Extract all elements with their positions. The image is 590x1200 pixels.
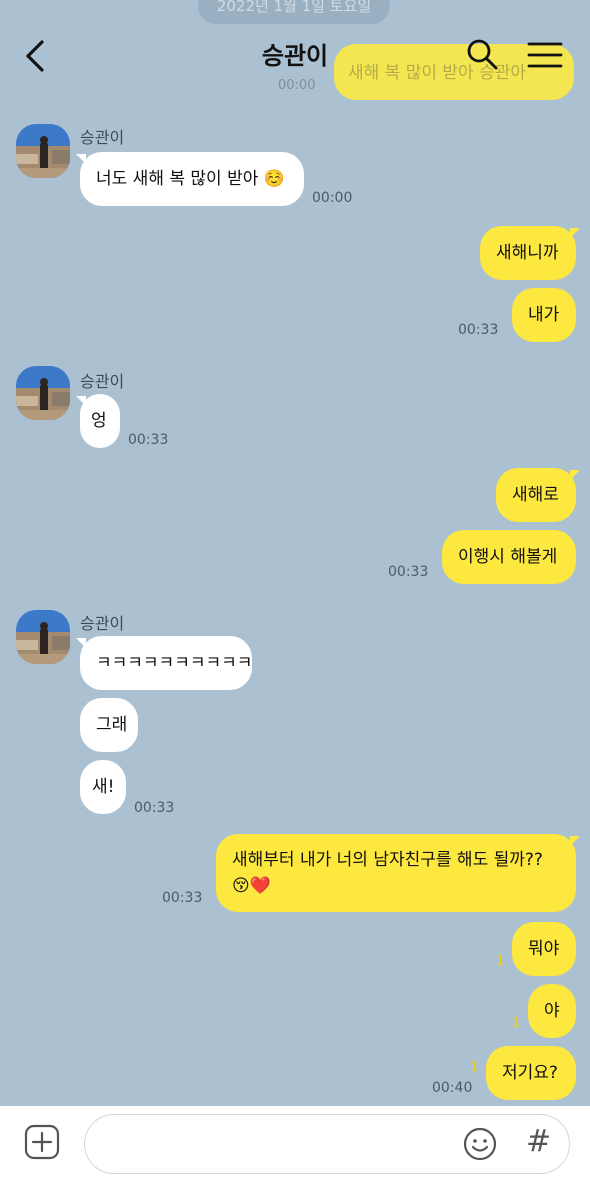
message-time: 00:00 <box>312 190 353 206</box>
hash-icon[interactable]: # <box>526 1124 551 1160</box>
message-time: 00:40 <box>432 1080 473 1096</box>
outgoing-message[interactable]: 새해부터 내가 너의 남자친구를 해도 될까?? 😚❤️ <box>216 834 576 912</box>
menu-icon[interactable] <box>526 40 564 70</box>
emoji-icon[interactable] <box>462 1126 498 1162</box>
search-icon[interactable] <box>464 36 500 72</box>
message-time: 00:33 <box>458 322 499 338</box>
contact-avatar[interactable] <box>16 366 70 420</box>
unread-count: 1 <box>496 954 505 969</box>
incoming-message[interactable]: 그래 <box>80 698 138 752</box>
outgoing-message[interactable]: 야 <box>528 984 576 1038</box>
outgoing-message[interactable]: 새해로 <box>496 468 576 522</box>
sender-name: 승관이 <box>80 128 125 147</box>
message-time: 00:33 <box>388 564 429 580</box>
incoming-message[interactable]: 엉 <box>80 394 120 448</box>
sender-name: 승관이 <box>80 372 125 391</box>
incoming-message[interactable]: 너도 새해 복 많이 받아 ☺️ <box>80 152 304 206</box>
unread-count: 1 <box>470 1060 479 1075</box>
avatar-photo <box>16 610 70 664</box>
back-arrow-icon[interactable] <box>22 38 52 74</box>
plus-icon[interactable] <box>24 1124 60 1160</box>
sender-name: 승관이 <box>80 614 125 633</box>
outgoing-message[interactable]: 저기요? <box>486 1046 576 1100</box>
chat-header: 2022년 1월 1일 토요일 새해 복 많이 받아 승관아 00:00 승관이 <box>0 0 590 110</box>
date-divider: 2022년 1월 1일 토요일 <box>198 0 390 24</box>
outgoing-message[interactable]: 이행시 해볼게 <box>442 530 576 584</box>
contact-avatar[interactable] <box>16 610 70 664</box>
message-time: 00:33 <box>162 890 203 906</box>
unread-count: 1 <box>512 1016 521 1031</box>
outgoing-message[interactable]: 새해니까 <box>480 226 576 280</box>
incoming-message[interactable]: 새! <box>80 760 126 814</box>
message-time: 00:33 <box>134 800 175 816</box>
contact-avatar[interactable] <box>16 124 70 178</box>
avatar-photo <box>16 366 70 420</box>
avatar-photo <box>16 124 70 178</box>
message-time: 00:33 <box>128 432 169 448</box>
outgoing-message[interactable]: 뭐야 <box>512 922 576 976</box>
outgoing-message[interactable]: 내가 <box>512 288 576 342</box>
scrolled-message-time: 00:00 <box>278 78 316 93</box>
message-input-bar: # <box>0 1106 590 1200</box>
incoming-message[interactable]: ㅋㅋㅋㅋㅋㅋㅋㅋㅋㅋ <box>80 636 252 690</box>
